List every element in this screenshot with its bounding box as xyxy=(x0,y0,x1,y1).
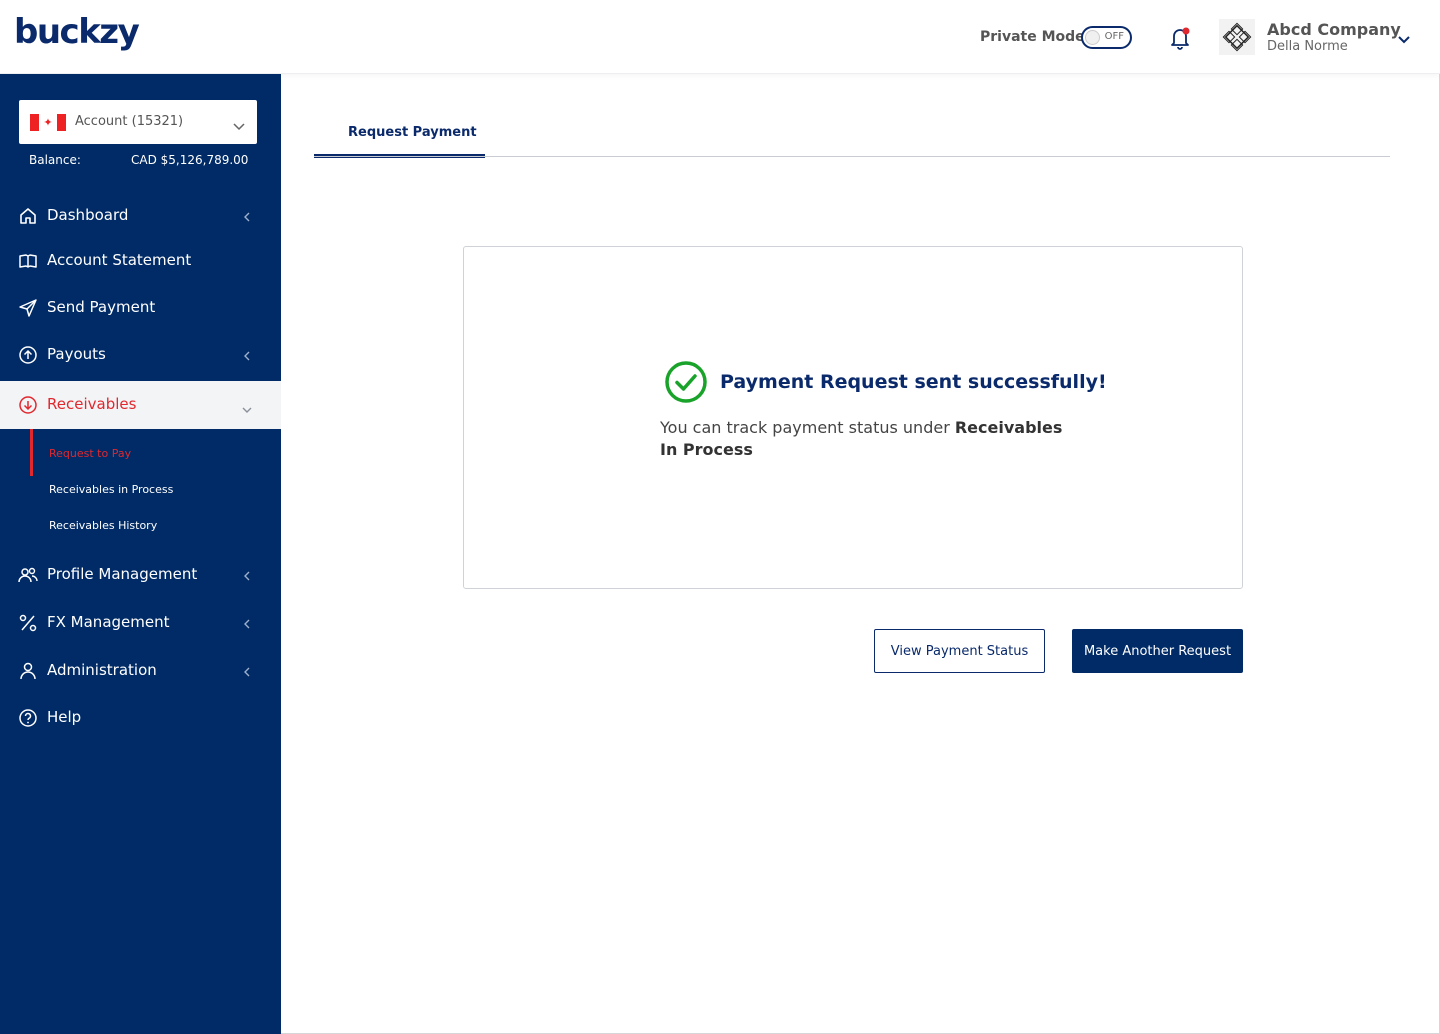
brand-logo[interactable]: buckzy xyxy=(14,12,140,52)
sidebar-item-send-payment[interactable]: Send Payment xyxy=(0,286,281,330)
submenu-item-receivables-history[interactable]: Receivables History xyxy=(49,519,157,532)
submenu-item-receivables-in-process[interactable]: Receivables in Process xyxy=(49,483,173,496)
account-label: Account (15321) xyxy=(75,114,184,129)
user-icon xyxy=(18,661,38,681)
home-icon xyxy=(18,206,38,226)
percent-icon xyxy=(18,613,38,633)
chevron-left-icon xyxy=(243,348,251,366)
tab-label: Request Payment xyxy=(348,125,477,140)
sidebar-item-label: Account Statement xyxy=(47,251,192,269)
top-header: buckzy Private Mode OFF Abcd Company Del… xyxy=(0,0,1440,74)
make-another-request-button[interactable]: Make Another Request xyxy=(1072,629,1243,673)
send-icon xyxy=(18,298,38,318)
view-payment-status-button[interactable]: View Payment Status xyxy=(874,629,1045,673)
users-icon xyxy=(18,565,38,585)
sidebar-item-label: FX Management xyxy=(47,613,170,631)
canada-flag-icon: ✦ xyxy=(30,114,66,131)
toggle-state: OFF xyxy=(1104,31,1124,42)
help-circle-icon xyxy=(18,708,38,728)
sidebar-item-label: Help xyxy=(47,708,82,726)
track-text-prefix: You can track payment status under xyxy=(660,418,955,437)
arrow-down-circle-icon xyxy=(18,395,38,415)
sidebar-item-administration[interactable]: Administration xyxy=(0,649,281,693)
private-mode-label: Private Mode xyxy=(980,29,1085,45)
tab-divider xyxy=(314,156,1390,157)
balance-value: CAD $5,126,789.00 xyxy=(131,153,249,167)
sidebar-item-label: Send Payment xyxy=(47,298,156,316)
chevron-left-icon xyxy=(243,209,251,227)
chevron-down-icon[interactable] xyxy=(1397,30,1411,49)
book-icon xyxy=(18,251,38,271)
sidebar-item-receivables[interactable]: Receivables xyxy=(0,381,281,429)
chevron-down-icon xyxy=(241,400,253,418)
arrow-up-circle-icon xyxy=(18,345,38,365)
account-selector[interactable]: ✦ Account (15321) xyxy=(19,100,257,144)
user-name: Della Norme xyxy=(1267,39,1348,54)
sidebar-item-label: Dashboard xyxy=(47,206,129,224)
check-circle-icon xyxy=(664,360,708,404)
sidebar-item-help[interactable]: Help xyxy=(0,696,281,740)
sidebar-item-fx-management[interactable]: FX Management xyxy=(0,601,281,645)
sidebar-item-label: Profile Management xyxy=(47,565,198,583)
company-avatar[interactable] xyxy=(1219,19,1255,55)
sidebar: ✦ Account (15321) Balance: CAD $5,126,78… xyxy=(0,74,281,1034)
track-status-text: You can track payment status under Recei… xyxy=(660,417,1070,461)
notification-bell-icon[interactable] xyxy=(1169,26,1191,50)
chevron-down-icon xyxy=(233,116,245,135)
company-name: Abcd Company xyxy=(1267,20,1401,39)
sidebar-item-profile-management[interactable]: Profile Management xyxy=(0,553,281,597)
sidebar-item-dashboard[interactable]: Dashboard xyxy=(0,194,281,238)
sidebar-item-account-statement[interactable]: Account Statement xyxy=(0,239,281,283)
chevron-left-icon xyxy=(243,568,251,586)
balance-label: Balance: xyxy=(29,153,81,167)
sidebar-item-label: Receivables xyxy=(47,395,137,413)
sidebar-item-label: Administration xyxy=(47,661,157,679)
private-mode-toggle[interactable]: OFF xyxy=(1081,26,1132,49)
sidebar-item-payouts[interactable]: Payouts xyxy=(0,333,281,377)
chevron-left-icon xyxy=(243,616,251,634)
tab-request-payment[interactable]: Request Payment xyxy=(314,108,485,158)
sidebar-item-label: Payouts xyxy=(47,345,106,363)
submenu-item-request-to-pay[interactable]: Request to Pay xyxy=(49,447,131,460)
toggle-knob xyxy=(1085,30,1100,45)
chevron-left-icon xyxy=(243,664,251,682)
success-title: Payment Request sent successfully! xyxy=(720,371,1107,393)
active-indicator xyxy=(30,429,33,476)
